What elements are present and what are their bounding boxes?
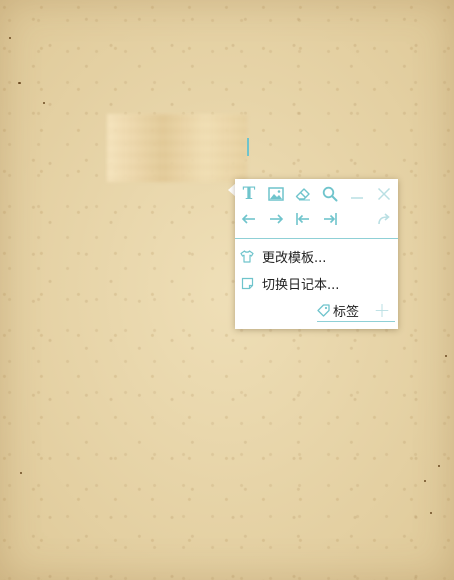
plus-icon: + (373, 298, 391, 322)
popup-divider (235, 238, 398, 239)
tag-label: 标签 (333, 304, 360, 320)
paper-speck (430, 512, 432, 514)
paper-speck (445, 355, 447, 357)
switch-diary-label: 切换日记本... (262, 277, 340, 293)
align-left-icon (296, 213, 309, 225)
toolbar-row-bottom (235, 208, 398, 232)
text-cursor (247, 138, 249, 156)
paper-speck (43, 102, 45, 104)
minimize-button[interactable] (346, 183, 368, 205)
toolbar-row-top: T (235, 183, 398, 207)
align-left-button[interactable] (292, 208, 314, 230)
paper-speck (20, 472, 22, 474)
search-button[interactable] (319, 183, 341, 205)
image-icon (268, 187, 284, 201)
paper-speck (424, 480, 426, 482)
minimize-icon (351, 197, 363, 199)
change-template-menu-item[interactable]: 更改模板... (239, 245, 394, 267)
redo-icon (378, 213, 390, 225)
redo-button[interactable] (373, 208, 395, 230)
diary-options-popup: T 更改模板... 切换日记本... 标签 + (235, 179, 398, 329)
arrow-right-icon (270, 214, 284, 224)
align-right-button[interactable] (319, 208, 341, 230)
close-icon (377, 187, 391, 201)
text-format-button[interactable]: T (238, 183, 260, 205)
close-button[interactable] (373, 183, 395, 205)
back-button[interactable] (238, 208, 260, 230)
search-icon (322, 186, 338, 202)
forward-button[interactable] (265, 208, 287, 230)
notebook-icon (239, 275, 255, 291)
paper-speck (438, 465, 440, 467)
paper-speck (9, 37, 11, 39)
switch-diary-menu-item[interactable]: 切换日记本... (239, 272, 394, 294)
eraser-button[interactable] (292, 183, 314, 205)
insert-image-button[interactable] (265, 183, 287, 205)
tag-icon (317, 303, 330, 317)
tag-button[interactable]: 标签 (317, 299, 359, 321)
blurred-diary-title[interactable] (107, 114, 247, 182)
paper-speck (18, 82, 21, 84)
change-template-label: 更改模板... (262, 250, 327, 266)
eraser-icon (295, 188, 310, 201)
tag-bar: 标签 + (317, 299, 395, 322)
arrow-left-icon (241, 214, 255, 224)
shirt-icon (239, 248, 255, 264)
add-tag-button[interactable]: + (373, 299, 391, 321)
text-format-icon: T (242, 184, 256, 204)
align-right-icon (324, 213, 337, 225)
